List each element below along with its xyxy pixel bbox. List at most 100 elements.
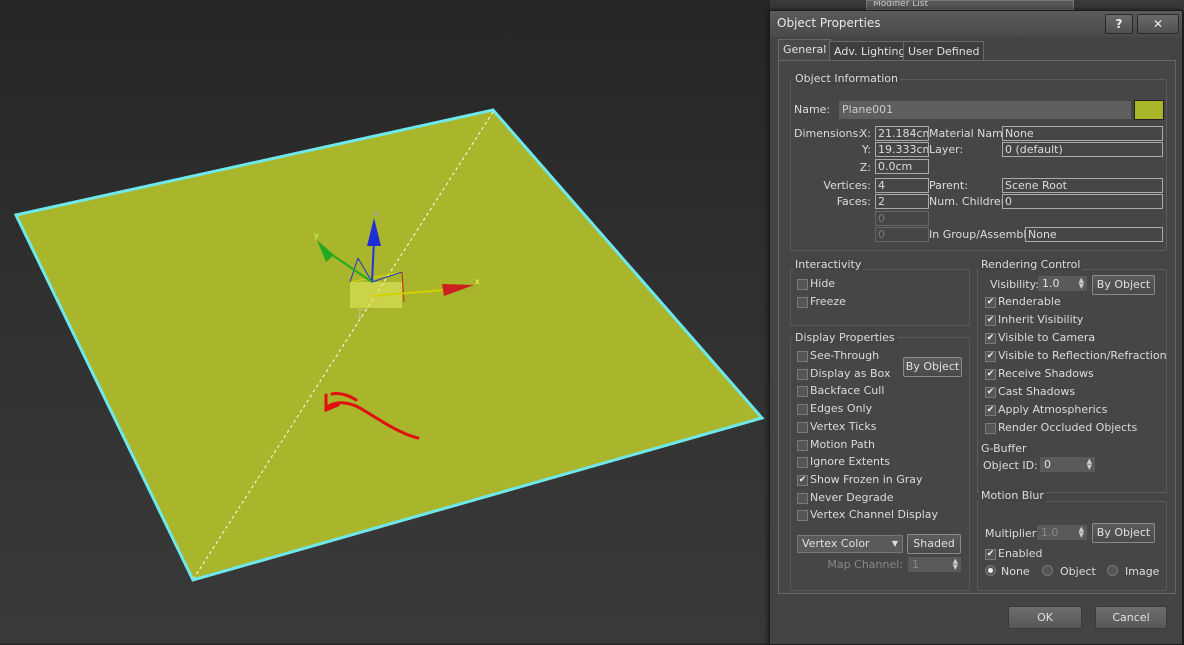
- never-degrade-label: Never Degrade: [810, 490, 894, 504]
- backface-cull-label: Backface Cull: [810, 384, 885, 398]
- extra-value-1: 0: [875, 211, 929, 226]
- cancel-button[interactable]: Cancel: [1095, 606, 1167, 629]
- map-channel-value: 1: [912, 558, 919, 571]
- edges-only-label: Edges Only: [810, 402, 873, 416]
- close-button[interactable]: ✕: [1137, 14, 1179, 34]
- tab-general[interactable]: General: [778, 39, 832, 61]
- render-occluded-objects-checkbox[interactable]: [985, 423, 996, 434]
- layer-label: Layer:: [929, 143, 964, 156]
- spinner-arrows-icon: ▲ ▼: [1078, 276, 1084, 290]
- dimension-y-value: 19.333cm: [875, 142, 929, 157]
- renderable-checkbox[interactable]: ✔: [985, 297, 996, 308]
- never-degrade-checkbox[interactable]: [797, 492, 808, 504]
- x-label: X:: [859, 127, 871, 140]
- radio-image[interactable]: [1107, 565, 1118, 576]
- extra-value-2: 0: [875, 227, 929, 242]
- material-name-value: None: [1002, 126, 1163, 141]
- object-color-swatch[interactable]: [1134, 100, 1164, 120]
- vertex-channel-display-checkbox[interactable]: [797, 510, 808, 522]
- visible-to-reflection-refraction-checkbox[interactable]: ✔: [985, 351, 996, 362]
- rendering-by-object-button[interactable]: By Object: [1092, 275, 1155, 295]
- parent-label: Parent:: [929, 179, 968, 192]
- backface-cull-checkbox[interactable]: [797, 386, 808, 398]
- map-channel-spinner[interactable]: 1 ▲ ▼: [908, 557, 961, 572]
- radio-object[interactable]: [1042, 565, 1053, 576]
- vertex-ticks-checkbox[interactable]: [797, 421, 808, 433]
- ignore-extents-checkbox[interactable]: [797, 457, 808, 469]
- motion-blur-title: Motion Blur: [979, 489, 1046, 502]
- motion-path-label: Motion Path: [810, 437, 875, 451]
- radio-none[interactable]: [985, 565, 996, 576]
- motion-path-checkbox[interactable]: [797, 439, 808, 451]
- multiplier-spinner[interactable]: 1.0 ▲ ▼: [1037, 525, 1087, 540]
- radio-none-label: None: [1001, 565, 1030, 578]
- see-through-checkbox[interactable]: [797, 351, 808, 362]
- inherit-visibility-checkbox[interactable]: ✔: [985, 315, 996, 326]
- material-name-label: Material Name:: [929, 127, 1014, 140]
- display-by-object-button[interactable]: By Object: [903, 357, 962, 377]
- enabled-checkbox[interactable]: ✔: [985, 549, 996, 560]
- freeze-checkbox[interactable]: [797, 297, 808, 308]
- modifier-list[interactable]: Modifier List: [866, 0, 1074, 10]
- visible-to-camera-label: Visible to Camera: [998, 331, 1096, 344]
- visible-to-reflection-refraction-label: Visible to Reflection/Refraction: [998, 349, 1167, 362]
- vertex-color-value: Vertex Color: [802, 537, 870, 550]
- vertex-ticks-label: Vertex Ticks: [810, 419, 877, 433]
- help-button[interactable]: ?: [1105, 14, 1133, 34]
- visibility-label: Visibility:: [990, 278, 1040, 291]
- visibility-spinner[interactable]: 1.0 ▲ ▼: [1038, 276, 1087, 291]
- map-channel-label: Map Channel:: [827, 558, 903, 571]
- multiplier-label: Multiplier:: [985, 527, 1040, 540]
- vertices-value: 4: [875, 178, 929, 193]
- vertices-label: Vertices:: [823, 179, 871, 192]
- object-id-label: Object ID:: [983, 459, 1038, 472]
- show-frozen-in-gray-checkbox[interactable]: ✔: [797, 474, 808, 486]
- edges-only-checkbox[interactable]: [797, 404, 808, 416]
- vertex-channel-display-label: Vertex Channel Display: [810, 508, 939, 522]
- see-through-label: See-Through: [810, 349, 880, 362]
- plane-object: [13, 108, 765, 582]
- rendering-control-title: Rendering Control: [979, 258, 1083, 271]
- ok-button[interactable]: OK: [1008, 606, 1082, 629]
- hide-checkbox[interactable]: [797, 279, 808, 290]
- svg-text:x: x: [475, 277, 480, 286]
- faces-value: 2: [875, 194, 929, 209]
- viewport[interactable]: z y x ⌶: [0, 0, 770, 643]
- in-group-label: In Group/Assembly:: [929, 228, 1036, 241]
- motion-blur-by-object-button[interactable]: By Object: [1092, 523, 1155, 543]
- apply-atmospherics-label: Apply Atmospherics: [998, 403, 1108, 416]
- g-buffer-title: G-Buffer: [979, 442, 1029, 455]
- tab-adv-lighting[interactable]: Adv. Lighting: [829, 41, 911, 61]
- object-id-spinner[interactable]: 0 ▲ ▼: [1040, 457, 1095, 472]
- shaded-button[interactable]: Shaded: [907, 534, 961, 554]
- object-id-value: 0: [1044, 458, 1051, 471]
- svg-text:⌶: ⌶: [356, 307, 364, 322]
- enabled-label: Enabled: [998, 547, 1043, 560]
- interactivity-title: Interactivity: [793, 258, 864, 271]
- tab-panel-general: Object Information Name: Plane001 Dimens…: [778, 60, 1176, 594]
- svg-text:z: z: [374, 209, 378, 218]
- chevron-down-icon: ▼: [891, 539, 898, 548]
- vertex-color-dropdown[interactable]: Vertex Color ▼: [797, 535, 903, 553]
- visible-to-camera-checkbox[interactable]: ✔: [985, 333, 996, 344]
- visibility-value: 1.0: [1042, 277, 1060, 290]
- faces-label: Faces:: [836, 195, 871, 208]
- tab-user-defined[interactable]: User Defined: [903, 41, 985, 61]
- display-as-box-checkbox[interactable]: [797, 368, 808, 380]
- apply-atmospherics-checkbox[interactable]: ✔: [985, 405, 996, 416]
- render-occluded-objects-label: Render Occluded Objects: [998, 421, 1138, 434]
- freeze-label: Freeze: [810, 295, 846, 308]
- num-children-label: Num. Children:: [929, 195, 1012, 208]
- cast-shadows-checkbox[interactable]: ✔: [985, 387, 996, 398]
- titlebar: Object Properties ? ✕: [770, 11, 1182, 37]
- num-children-value: 0: [1002, 194, 1163, 209]
- receive-shadows-label: Receive Shadows: [998, 367, 1094, 380]
- receive-shadows-checkbox[interactable]: ✔: [985, 369, 996, 380]
- name-field[interactable]: Plane001: [839, 101, 1131, 119]
- spinner-arrows-icon: ▲ ▼: [952, 557, 958, 571]
- hide-label: Hide: [810, 277, 836, 290]
- radio-object-label: Object: [1060, 565, 1096, 578]
- parent-value: Scene Root: [1002, 178, 1163, 193]
- radio-image-label: Image: [1125, 565, 1160, 578]
- dialog-title: Object Properties: [777, 16, 881, 30]
